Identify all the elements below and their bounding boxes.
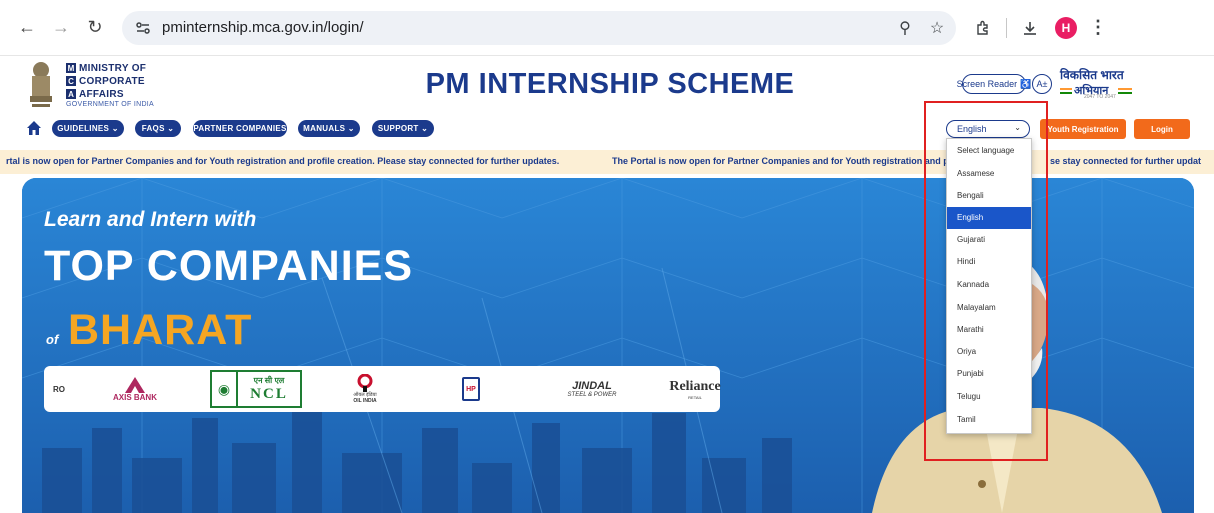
marquee-text: rtal is now open for Partner Companies a… xyxy=(6,156,560,166)
logo-name: AXIS BANK xyxy=(112,392,157,402)
nav-label: FAQS xyxy=(141,124,165,133)
address-bar[interactable]: pminternship.mca.gov.in/login/ ⚲ ☆ xyxy=(122,10,956,45)
nav-support[interactable]: SUPPORT ⌄ xyxy=(372,120,434,137)
logo-name: OIL INDIA xyxy=(353,398,377,404)
government-of-india-text: GOVERNMENT OF INDIA xyxy=(66,101,155,108)
login-button[interactable]: Login xyxy=(1134,119,1190,139)
marquee-text: The Portal is now open for Partner Compa… xyxy=(612,156,949,166)
national-emblem-icon xyxy=(30,62,52,107)
reload-icon[interactable]: ↻ xyxy=(82,15,108,41)
nav-label: MANUALS xyxy=(303,124,346,133)
extensions-icon[interactable] xyxy=(970,15,996,41)
ncl-emblem-icon: ◉ xyxy=(212,372,238,406)
oil-drop-icon xyxy=(357,374,373,392)
ministry-line: M MINISTRY OF xyxy=(66,62,154,74)
profile-avatar[interactable]: H xyxy=(1055,16,1077,39)
back-arrow-icon[interactable]: ← xyxy=(14,15,40,41)
highlight-annotation-box xyxy=(924,101,1048,461)
home-icon[interactable] xyxy=(26,120,42,136)
logo-name: JINDAL xyxy=(572,380,612,392)
viksit-line1: विकसित भारत xyxy=(1060,68,1124,82)
bookmark-star-icon[interactable]: ☆ xyxy=(924,15,950,41)
nav-partner-companies[interactable]: PARTNER COMPANIES xyxy=(193,120,287,137)
ministry-line-text: MINISTRY OF xyxy=(79,62,147,74)
forward-arrow-icon[interactable]: → xyxy=(48,15,74,41)
ministry-line-text: AFFAIRS xyxy=(79,88,124,100)
logo-name: RO xyxy=(53,384,65,394)
nav-faqs[interactable]: FAQS ⌄ xyxy=(135,120,181,137)
banner-line1: Learn and Intern with xyxy=(44,208,257,231)
logo-sub: एन सी एल xyxy=(253,376,285,385)
ministry-line-text: CORPORATE xyxy=(79,75,145,87)
browser-toolbar: ← → ↻ pminternship.mca.gov.in/login/ ⚲ ☆… xyxy=(0,0,1214,56)
nav-label: GUIDELINES xyxy=(57,124,110,133)
site-info-icon[interactable] xyxy=(132,17,154,39)
axis-bank-icon xyxy=(125,376,145,393)
logo-sub: RETAIL xyxy=(688,394,702,400)
ministry-line: C CORPORATE xyxy=(66,75,154,87)
download-icon[interactable] xyxy=(1017,15,1043,41)
nav-manuals[interactable]: MANUALS ⌄ xyxy=(298,120,360,137)
ministry-letter: C xyxy=(66,76,76,86)
logo-name: HP xyxy=(466,385,476,393)
accessibility-icon: ♿ xyxy=(1020,78,1032,89)
browser-menu-icon[interactable]: ⋮ xyxy=(1089,17,1107,38)
marquee-text: se stay connected for further updat xyxy=(1050,156,1202,166)
nav-label: PARTNER COMPANIES xyxy=(193,124,287,133)
screen-reader-label: Screen Reader xyxy=(956,79,1018,89)
youth-registration-button[interactable]: Youth Registration xyxy=(1040,119,1126,139)
banner-bharat: BHARAT xyxy=(68,306,253,354)
nav-label: SUPPORT xyxy=(377,124,419,133)
banner-of: of xyxy=(46,332,59,347)
banner-line2: TOP COMPANIES xyxy=(44,242,414,290)
ministry-letter: M xyxy=(66,63,76,73)
ncl-logo: ◉ एन सी एल NCL xyxy=(208,366,304,412)
url-text[interactable]: pminternship.mca.gov.in/login/ xyxy=(162,19,364,36)
logo-sub: STEEL & POWER xyxy=(567,392,617,398)
ministry-logo[interactable]: M MINISTRY OF C CORPORATE A AFFAIRS GOVERNM… xyxy=(66,62,154,108)
screen-reader-button[interactable]: Screen Reader ♿ xyxy=(957,74,1031,94)
logo-name: Reliance xyxy=(669,378,721,394)
ministry-letter: A xyxy=(66,89,76,99)
zoom-icon[interactable]: ⚲ xyxy=(892,15,918,41)
viksit-bharat-logo: विकसित भारत अभियान 2047 TO 2047 xyxy=(1060,66,1134,100)
nav-guidelines[interactable]: GUIDELINES ⌄ xyxy=(52,120,124,137)
oil-india-logo: ऑयल इंडिया OIL INDIA xyxy=(340,366,390,412)
partner-logo: RO xyxy=(44,366,74,412)
jindal-logo: JINDAL STEEL & POWER xyxy=(552,366,632,412)
page-root: ← → ↻ pminternship.mca.gov.in/login/ ⚲ ☆… xyxy=(0,0,1214,513)
toolbar-divider xyxy=(1006,17,1007,38)
viksit-years: 2047 TO 2047 xyxy=(1084,94,1116,100)
font-size-button[interactable]: A± xyxy=(1032,74,1052,94)
chevron-down-icon: ⌄ xyxy=(164,124,175,133)
partner-logos-strip: RO AXIS BANK ◉ एन सी एल NCL ऑयल इंडिया O… xyxy=(44,366,721,412)
reliance-logo: Reliance RETAIL xyxy=(669,366,721,412)
page-title: PM INTERNSHIP SCHEME xyxy=(425,68,795,100)
ministry-line: A AFFAIRS xyxy=(66,88,154,100)
hp-logo: HP xyxy=(458,366,484,412)
chevron-down-icon: ⌄ xyxy=(418,124,429,133)
chevron-down-icon: ⌄ xyxy=(109,124,119,133)
axis-bank-logo: AXIS BANK xyxy=(90,366,180,412)
logo-name: NCL xyxy=(250,386,288,402)
chevron-down-icon: ⌄ xyxy=(345,124,355,133)
